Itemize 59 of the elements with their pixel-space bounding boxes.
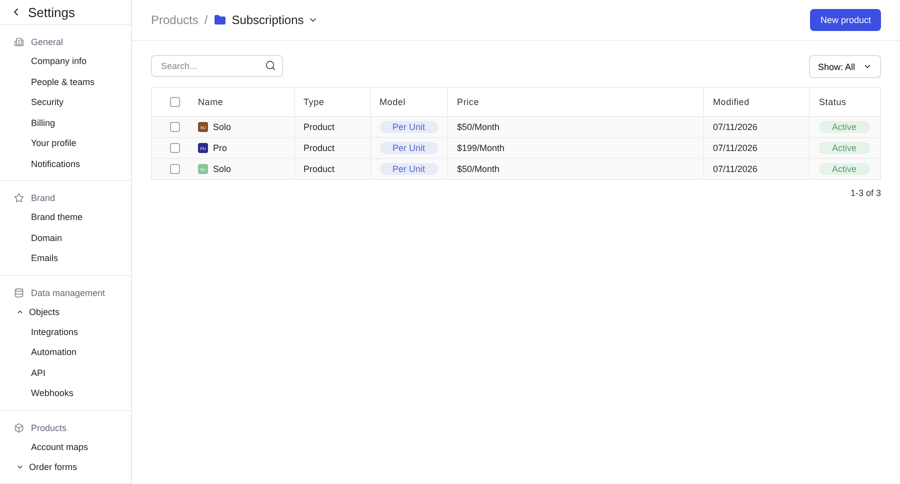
sidebar-item[interactable]: Integrations	[0, 322, 131, 342]
breadcrumb-link[interactable]: Products	[151, 13, 198, 27]
table-cell: Product	[294, 138, 370, 158]
model-tag: Per Unit	[380, 142, 438, 154]
sidebar-item[interactable]: Automation	[0, 342, 131, 362]
sidebar-item[interactable]: Company info	[0, 51, 131, 72]
sidebar-group[interactable]: Order forms	[0, 457, 131, 477]
model-tag: Per Unit	[380, 163, 438, 175]
building-icon	[14, 37, 24, 47]
table-cell: Product	[294, 158, 370, 180]
table-cell: 07/11/2026	[704, 138, 810, 158]
chevron-down-icon	[16, 463, 24, 471]
breadcrumb-dropdown[interactable]: Subscriptions	[232, 13, 318, 27]
sidebar-item[interactable]: Your profile	[0, 133, 131, 154]
status-tag: Active	[819, 142, 870, 154]
box-icon	[14, 422, 24, 432]
sidebar-item[interactable]: Notifications	[0, 154, 131, 174]
sidebar-item[interactable]: Brand theme	[0, 207, 131, 228]
folder-icon	[214, 14, 226, 26]
sidebar-group[interactable]: Objects	[0, 302, 131, 322]
table-cell: Solo	[213, 164, 232, 174]
breadcrumb-separator: /	[204, 13, 208, 27]
sidebar-item[interactable]: People & teams	[0, 72, 131, 92]
sidebar-item[interactable]: Domain	[0, 228, 131, 248]
chevron-down-icon	[863, 62, 872, 71]
table-cell: 07/11/2026	[704, 116, 810, 138]
checkbox[interactable]	[170, 164, 180, 174]
table-cell: 07/11/2026	[704, 158, 810, 180]
sidebar-item[interactable]: Billing	[0, 112, 131, 133]
sidebar-item[interactable]: Webhooks	[0, 383, 131, 404]
star-icon	[14, 193, 24, 203]
checkbox[interactable]	[170, 143, 180, 154]
search-field[interactable]: Search...	[151, 55, 283, 77]
sidebar-item[interactable]: Account maps	[0, 436, 131, 457]
column-header: Name	[189, 88, 294, 116]
status-tag: Active	[819, 121, 870, 133]
filter-dropdown[interactable]: Show: All	[808, 55, 881, 78]
checkbox[interactable]	[170, 122, 180, 132]
table-cell: $199/Month	[448, 138, 704, 158]
table-cell: $50/Month	[448, 116, 704, 138]
section-heading: General	[31, 37, 64, 47]
sidebar-title: Settings	[28, 4, 75, 20]
model-tag: Per Unit	[380, 121, 438, 133]
table-cell: Solo	[213, 122, 232, 132]
status-tag: Active	[819, 163, 870, 175]
table-cell: Product	[294, 116, 370, 138]
search-icon	[265, 60, 276, 71]
pagination-count: 1-3 of 3	[850, 188, 881, 198]
table-cell: Pro	[213, 143, 228, 153]
sidebar-item[interactable]: API	[0, 362, 131, 383]
new-product-button[interactable]: New product	[810, 9, 881, 31]
sidebar-item[interactable]: Emails	[0, 248, 131, 268]
database-icon	[14, 288, 24, 298]
section-heading: Brand	[31, 193, 56, 203]
checkbox[interactable]	[170, 97, 180, 108]
table-cell: $50/Month	[448, 158, 704, 180]
section-heading: Data management	[31, 288, 106, 298]
sidebar-item[interactable]: Security	[0, 92, 131, 112]
section-heading: Products	[31, 422, 67, 432]
